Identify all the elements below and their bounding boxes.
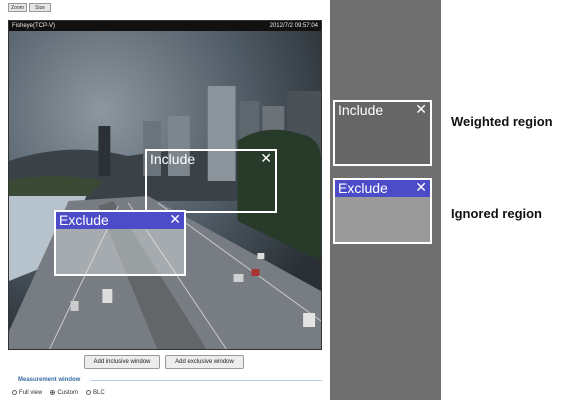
camera-name: Fisheye(TCP-V): [12, 23, 56, 29]
radio-blc[interactable]: BLC: [86, 390, 105, 396]
camera-view: Fisheye(TCP-V) 2012/7/2 09:57:04 Include…: [8, 20, 322, 350]
add-inclusive-window-button[interactable]: Add inclusive window: [84, 355, 160, 369]
zoom-button[interactable]: Zoom: [8, 3, 27, 12]
ignored-region-label: Ignored region: [451, 206, 542, 221]
section-divider: [90, 380, 322, 381]
measurement-window-title: Measurement window: [18, 377, 81, 383]
radio-label: BLC: [93, 390, 105, 397]
close-icon: ✕: [415, 180, 427, 196]
radio-custom[interactable]: Custom: [50, 390, 78, 396]
exclude-window-header[interactable]: Exclude ✕: [56, 212, 184, 229]
camera-timestamp: 2012/7/2 09:57:04: [269, 23, 318, 29]
radio-label: Custom: [57, 390, 79, 397]
radio-full-view[interactable]: Full view: [12, 390, 42, 396]
close-icon: ✕: [415, 102, 427, 118]
include-window-header[interactable]: Include ✕: [147, 151, 275, 168]
legend-exclude-label: Exclude: [338, 180, 388, 196]
legend-exclude-window: Exclude ✕: [333, 178, 432, 244]
size-button[interactable]: Size: [29, 3, 51, 12]
radio-icon[interactable]: [12, 390, 17, 395]
radio-selected-icon[interactable]: [50, 390, 56, 395]
legend-include-window: Include ✕: [333, 100, 432, 166]
include-window[interactable]: Include ✕: [145, 149, 277, 213]
measurement-radio-group: Full view Custom BLC: [12, 390, 105, 396]
exclude-window-label: Exclude: [59, 212, 109, 228]
exclude-window[interactable]: Exclude ✕: [54, 210, 186, 276]
include-window-label: Include: [150, 151, 196, 167]
camera-titlebar: Fisheye(TCP-V) 2012/7/2 09:57:04: [9, 21, 321, 31]
legend-include-label: Include: [338, 102, 384, 118]
legend-include-header: Include ✕: [335, 102, 430, 119]
radio-label: Full view: [19, 390, 43, 397]
weighted-region-label: Weighted region: [451, 114, 553, 129]
legend-exclude-header: Exclude ✕: [335, 180, 430, 197]
add-exclusive-window-button[interactable]: Add exclusive window: [165, 355, 244, 369]
close-icon[interactable]: ✕: [169, 212, 181, 229]
radio-icon[interactable]: [86, 390, 92, 395]
close-icon[interactable]: ✕: [260, 151, 272, 168]
